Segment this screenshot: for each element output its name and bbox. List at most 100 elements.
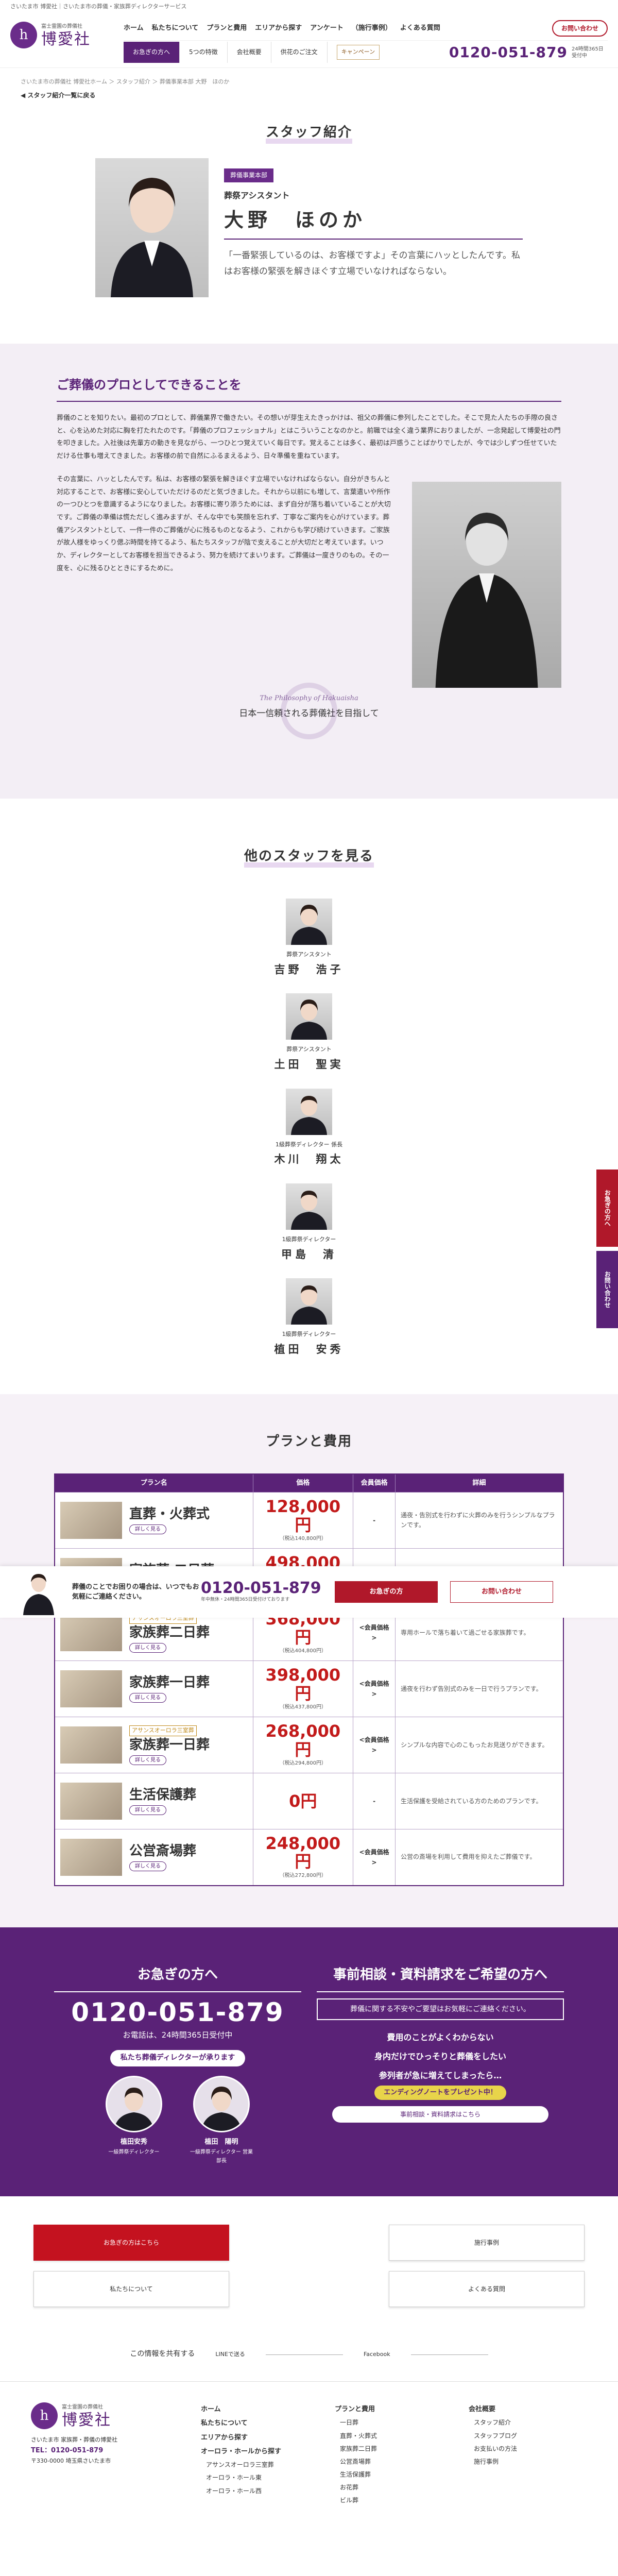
nav-area[interactable]: エリアから探す: [255, 23, 302, 34]
footer-phone[interactable]: TEL：0120-051-879: [31, 2445, 185, 2456]
other-staff-title: 他のスタッフを見る: [241, 845, 377, 868]
header-phone[interactable]: 0120-051-879: [449, 40, 568, 65]
cta-phone[interactable]: 0120-051-879: [54, 1998, 301, 2027]
campaign-banner[interactable]: キャンペーン: [336, 45, 380, 60]
plan-row: 生活保護葬 詳しく見る 0円 - 生活保護を受給されている方のためのプランです。: [54, 1773, 564, 1830]
side-tab-inquire[interactable]: お問い合わせ: [596, 1251, 618, 1328]
header-inquire-button[interactable]: お問い合わせ: [552, 20, 608, 37]
staff-hero: スタッフ紹介 葬儀事業本部 葬祭アシスタント 大野 ほのか 「一番緊張しているの…: [0, 100, 618, 344]
footer-sublink[interactable]: 家族葬二日葬: [335, 2443, 453, 2455]
bottom-cases-button[interactable]: 施行事例: [389, 2225, 585, 2261]
plan-name: 家族葬一日葬: [129, 1737, 210, 1753]
plan-detail: 公営の斎場を利用して費用を抑えたご葬儀です。: [395, 1829, 564, 1886]
plan-more-button[interactable]: 詳しく見る: [129, 1755, 166, 1766]
plan-row: 公営斎場葬 詳しく見る 248,000円 （税込272,800円） <会員価格> 公営の斎…: [54, 1829, 564, 1886]
footer-col-plans: プランと費用 一日葬 直葬・火葬式 家族葬二日葬 公営斎場葬 生活保護葬 お花葬…: [335, 2402, 453, 2507]
plan-price-tax: （税込272,800円）: [279, 1872, 327, 1878]
share-line-button[interactable]: LINEで送る: [215, 2350, 245, 2360]
footer-sublink[interactable]: 公営斎場葬: [335, 2455, 453, 2468]
footer-sublink[interactable]: オーロラ・ホール西: [201, 2485, 319, 2498]
floating-urgent-button[interactable]: お急ぎの方: [335, 1581, 438, 1603]
plan-detail: 通夜・告別式を行わずに火葬のみを行うシンプルなプランです。: [395, 1492, 564, 1549]
philosophy-block: The Philosophy of Hakuaisha 日本一信頼される葬儀社を…: [57, 682, 561, 739]
nav-survey[interactable]: アンケート: [310, 23, 343, 34]
page-title: スタッフ紹介: [263, 121, 355, 144]
footer-sublink[interactable]: 施行事例: [469, 2455, 587, 2468]
col-member-price: 会員価格: [353, 1473, 396, 1493]
cta-divider: [54, 1991, 301, 1992]
staff-card-role: 1級葬祭ディレクター: [282, 1236, 336, 1243]
other-staff-section: 他のスタッフを見る 葬祭アシスタント 吉野 浩子 葬祭アシスタント 土田 聖実 …: [0, 799, 618, 1394]
footer-link[interactable]: プランと費用: [335, 2402, 453, 2416]
cta-urgent: お急ぎの方へ 0120-051-879 お電話は、24時間365日受付中 私たち…: [54, 1963, 301, 2166]
footer-link[interactable]: オーロラ・ホールから探す: [201, 2445, 319, 2459]
footer-address: 〒330-0000 埼玉県さいたま市: [31, 2457, 111, 2464]
staff-card[interactable]: 葬祭アシスタント 吉野 浩子: [0, 898, 618, 979]
footer-sublink[interactable]: お支払いの方法: [469, 2443, 587, 2455]
col-plan-name: プラン名: [54, 1473, 253, 1493]
footer-sublink[interactable]: スタッフブログ: [469, 2430, 587, 2443]
staff-card[interactable]: 葬祭アシスタント 土田 聖実: [0, 993, 618, 1074]
footer-logo[interactable]: h 富士霊園の葬儀社 博愛社: [31, 2402, 144, 2430]
tab-features[interactable]: 5つの特徴: [180, 42, 228, 63]
cta-director-name: 植田 陽明: [204, 2138, 238, 2146]
plan-name: 生活保護葬: [129, 1787, 197, 1803]
share-facebook-button[interactable]: Facebook: [364, 2350, 390, 2360]
staff-card[interactable]: 1級葬祭ディレクター 植田 安秀: [0, 1278, 618, 1359]
footer-sublink[interactable]: ビル葬: [335, 2494, 453, 2507]
bottom-faq-button[interactable]: よくある質問: [389, 2271, 585, 2308]
nav-about[interactable]: 私たちについて: [152, 23, 199, 34]
back-to-staff-list-link[interactable]: ◀ スタッフ紹介一覧に戻る: [0, 90, 618, 100]
tab-urgent[interactable]: お急ぎの方へ: [124, 42, 180, 63]
plan-more-button[interactable]: 詳しく見る: [129, 1693, 166, 1703]
plan-image: [60, 1838, 122, 1876]
plan-detail: 通夜を行わず告別式のみを一日で行うプランです。: [395, 1660, 564, 1718]
staff-card-name: 甲島 清: [281, 1248, 337, 1261]
nav-cases[interactable]: （施行事例）: [352, 23, 392, 34]
staff-quote: 「一番緊張しているのは、お客様ですよ」その言葉にハッとしたんです。私はお客様の緊…: [224, 250, 520, 277]
footer-link[interactable]: ホーム: [201, 2402, 319, 2416]
tab-company[interactable]: 会社概要: [228, 42, 271, 63]
floating-contact-bar: 葬儀のことでお困りの場合は、いつでもお気軽にご連絡ください。 0120-051-…: [0, 1566, 618, 1618]
staff-card[interactable]: 1級葬祭ディレクター 係長 木川 翔太: [0, 1088, 618, 1169]
footer-col-company: 会社概要 スタッフ紹介 スタッフブログ お支払いの方法 施行事例: [469, 2402, 587, 2507]
side-tab-urgent[interactable]: お急ぎの方へ: [596, 1170, 618, 1247]
cta-director-role: 一級葬祭ディレクター 営業部長: [190, 2149, 253, 2164]
plan-more-button[interactable]: 詳しく見る: [129, 1643, 166, 1653]
back-link-label: スタッフ紹介一覧に戻る: [27, 91, 96, 99]
cta-director: 植田安秀 一級葬祭ディレクター: [100, 2076, 167, 2165]
story-paragraph-2: その言葉に、ハッとしたんです。私は、お客様の緊張を解きほぐす立場でいなければなら…: [57, 475, 391, 572]
plan-image: [60, 1614, 122, 1652]
cta-concern-item: 費用のことがよくわからない: [387, 2032, 494, 2043]
footer-link[interactable]: エリアから探す: [201, 2431, 319, 2445]
footer-link[interactable]: 会社概要: [469, 2402, 587, 2416]
site-logo[interactable]: h 富士霊園の葬儀社 博愛社: [10, 16, 124, 48]
floating-phone[interactable]: 0120-051-879: [201, 1580, 324, 1597]
footer-sublink[interactable]: オーロラ・ホール東: [201, 2471, 319, 2484]
footer-link[interactable]: 私たちについて: [201, 2416, 319, 2430]
plan-more-button[interactable]: 詳しく見る: [129, 1524, 166, 1535]
footer-sublink[interactable]: スタッフ紹介: [469, 2416, 587, 2429]
bottom-about-button[interactable]: 私たちについて: [33, 2271, 229, 2308]
footer-sublink[interactable]: 生活保護葬: [335, 2468, 453, 2481]
tab-flowers[interactable]: 供花のご注文: [271, 42, 328, 63]
plan-more-button[interactable]: 詳しく見る: [129, 1805, 166, 1816]
nav-home[interactable]: ホーム: [124, 23, 144, 34]
staff-card-role: 1級葬祭ディレクター: [282, 1331, 336, 1338]
bottom-urgent-button[interactable]: お急ぎの方はこちら: [33, 2225, 229, 2261]
footer-sublink[interactable]: 直葬・火葬式: [335, 2430, 453, 2443]
footer-sublink[interactable]: アサンスオーロラ三室葬: [201, 2459, 319, 2471]
nav-plans[interactable]: プランと費用: [207, 23, 247, 34]
plan-name-cell: 生活保護葬詳しく見る: [54, 1773, 253, 1830]
footer-sublink[interactable]: お花葬: [335, 2481, 453, 2494]
nav-faq[interactable]: よくある質問: [400, 23, 440, 34]
plan-name-cell: 公営斎場葬 詳しく見る: [54, 1829, 253, 1886]
story-paragraph-1: 葬儀のことを知りたい。最初のプロとして、葬儀業界で働きたい。その想いが芽生えたき…: [57, 414, 561, 461]
plan-more-button[interactable]: 詳しく見る: [129, 1861, 166, 1871]
staff-card[interactable]: 1級葬祭ディレクター 甲島 清: [0, 1183, 618, 1264]
footer-logo-title: 博愛社: [62, 2411, 111, 2430]
footer-sublink[interactable]: 一日葬: [335, 2416, 453, 2429]
floating-inquire-button[interactable]: お問い合わせ: [450, 1581, 553, 1603]
cta-consult-button[interactable]: 事前相談・資料請求はこちら: [332, 2106, 548, 2123]
cta-director-photo: [193, 2076, 250, 2133]
